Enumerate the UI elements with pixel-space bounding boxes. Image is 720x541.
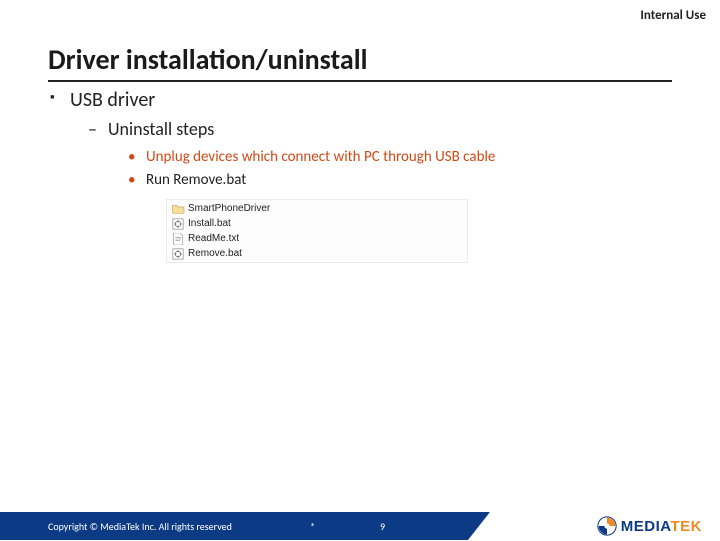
logo-text-a: MEDIA — [621, 518, 671, 535]
footer-star: * — [310, 520, 315, 533]
footer: Copyright © MediaTek Inc. All rights res… — [0, 512, 720, 540]
file-name: SmartPhoneDriver — [188, 203, 270, 214]
bullet-level3: Run Remove.bat — [122, 169, 672, 192]
logo-text-b: TEK — [671, 518, 703, 535]
footer-divider — [468, 512, 490, 540]
mediatek-logo: MEDIATEK — [597, 516, 702, 536]
bullet-l1-text: USB driver — [70, 88, 155, 112]
bullet-level1: USB driver Uninstall steps Unplug device… — [48, 88, 672, 263]
title-rule — [48, 80, 672, 82]
bullet-level2: Uninstall steps Unplug devices which con… — [80, 118, 672, 263]
bullet-l3b-text: Run Remove.bat — [146, 171, 246, 189]
bat-file-icon — [171, 218, 185, 230]
slide-body: USB driver Uninstall steps Unplug device… — [48, 88, 672, 263]
bullet-level3: Unplug devices which connect with PC thr… — [122, 146, 672, 169]
file-list-screenshot: SmartPhoneDriver Install.bat — [166, 199, 468, 263]
list-item: SmartPhoneDriver — [167, 201, 467, 216]
list-item: ReadMe.txt — [167, 231, 467, 246]
list-item: Install.bat — [167, 216, 467, 231]
classification-label: Internal Use — [640, 8, 706, 23]
file-name: Remove.bat — [188, 248, 242, 259]
bullet-l2-text: Uninstall steps — [108, 118, 214, 140]
bullet-l3a-text: Unplug devices which connect with PC thr… — [146, 148, 495, 166]
file-name: Install.bat — [188, 218, 231, 229]
folder-icon — [171, 203, 185, 215]
list-item: Remove.bat — [167, 246, 467, 261]
slide: Internal Use Driver installation/uninsta… — [0, 0, 720, 540]
file-name: ReadMe.txt — [188, 233, 239, 244]
page-number: 9 — [380, 520, 385, 533]
copyright-text: Copyright © MediaTek Inc. All rights res… — [48, 520, 232, 533]
slide-title: Driver installation/uninstall — [48, 42, 368, 77]
logo-wordmark: MEDIATEK — [621, 518, 702, 535]
logo-mark-icon — [597, 516, 617, 536]
bat-file-icon — [171, 248, 185, 260]
txt-file-icon — [171, 233, 185, 245]
